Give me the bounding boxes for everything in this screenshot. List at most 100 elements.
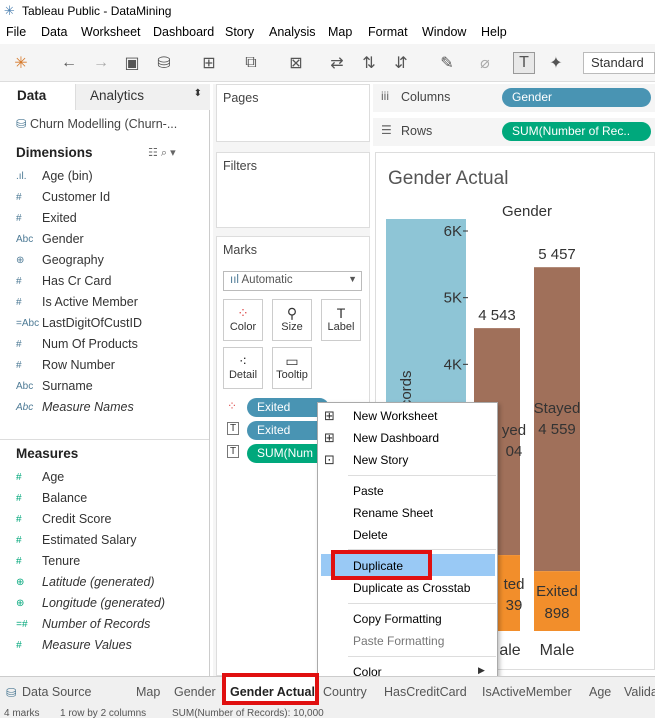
menu-window[interactable]: Window xyxy=(422,25,466,39)
menu-new-story[interactable]: New Story xyxy=(353,453,408,467)
menu-help[interactable]: Help xyxy=(481,25,507,39)
view-options-icon[interactable]: ☷ ⌕ ▾ xyxy=(148,146,176,160)
attach-icon[interactable]: ⌀ xyxy=(474,52,496,74)
tooltip-button[interactable]: ▭ Tooltip xyxy=(272,347,312,389)
menu-map[interactable]: Map xyxy=(328,25,352,39)
menu-rename-sheet[interactable]: Rename Sheet xyxy=(353,506,433,520)
menu-new-dashboard[interactable]: New Dashboard xyxy=(353,431,439,445)
field-credit-score[interactable]: # Credit Score xyxy=(16,510,111,528)
field-latitude[interactable]: ⊕ Latitude (generated) xyxy=(16,573,155,591)
stayed-value-female: 04 xyxy=(506,443,523,460)
rows-shelf[interactable]: ☰ Rows SUM(Number of Rec.. xyxy=(373,118,655,146)
filters-shelf[interactable]: Filters xyxy=(216,152,370,228)
rows-pill-sum[interactable]: SUM(Number of Rec.. xyxy=(502,122,651,141)
color-button[interactable]: ⁘ Color xyxy=(223,299,263,341)
tab-analytics[interactable]: Analytics ⬍ xyxy=(75,84,210,110)
size-button[interactable]: ⚲ Size xyxy=(272,299,312,341)
tab-age[interactable]: Age xyxy=(589,685,611,699)
menu-duplicate[interactable]: Duplicate xyxy=(353,559,403,573)
back-icon[interactable]: ← xyxy=(58,52,80,74)
show-labels-icon[interactable]: T xyxy=(513,52,535,74)
tab-map[interactable]: Map xyxy=(136,685,160,699)
menu-file[interactable]: File xyxy=(6,25,26,39)
tab-isactivemember[interactable]: IsActiveMember xyxy=(482,685,572,699)
pages-label: Pages xyxy=(223,91,259,105)
mark-type-select[interactable]: ııl Automatic ▼ xyxy=(223,271,362,291)
field-customer-id[interactable]: # Customer Id xyxy=(16,188,110,206)
save-icon[interactable]: ▣ xyxy=(121,52,143,74)
tab-gender-actual[interactable]: Gender Actual xyxy=(230,685,315,699)
number-icon: # xyxy=(16,639,22,651)
color-mark-icon: ⁘ xyxy=(227,399,238,413)
tableau-home-icon[interactable]: ✳ xyxy=(10,52,32,74)
menu-analysis[interactable]: Analysis xyxy=(269,25,316,39)
color-icon: ⁘ xyxy=(237,305,249,321)
menu-copy-formatting[interactable]: Copy Formatting xyxy=(353,612,442,626)
pages-shelf[interactable]: Pages xyxy=(216,84,370,142)
field-last-digit[interactable]: =Abc LastDigitOfCustID xyxy=(16,314,142,332)
new-worksheet-icon[interactable]: ⊞ xyxy=(198,52,220,74)
calc-string-icon: =Abc xyxy=(16,317,40,329)
menu-data[interactable]: Data xyxy=(41,25,67,39)
sort-descending-icon[interactable]: ⇵ xyxy=(390,52,412,74)
menu-story[interactable]: Story xyxy=(225,25,254,39)
label-button[interactable]: T Label xyxy=(321,299,361,341)
field-surname[interactable]: Abc Surname xyxy=(16,377,93,395)
menu-new-worksheet[interactable]: New Worksheet xyxy=(353,409,437,423)
pin-icon[interactable]: ✦ xyxy=(545,52,567,74)
columns-pill-gender[interactable]: Gender xyxy=(502,88,651,107)
field-row-number[interactable]: # Row Number xyxy=(16,356,115,374)
menu-format[interactable]: Format xyxy=(368,25,408,39)
menu-worksheet[interactable]: Worksheet xyxy=(81,25,141,39)
field-age-bin[interactable]: .ıl. Age (bin) xyxy=(16,167,93,185)
highlight-icon[interactable]: ✎ xyxy=(436,52,458,74)
field-longitude[interactable]: ⊕ Longitude (generated) xyxy=(16,594,165,612)
status-rowscols: 1 row by 2 columns xyxy=(60,708,147,719)
field-balance[interactable]: # Balance xyxy=(16,489,87,507)
tab-data[interactable]: Data xyxy=(0,84,75,110)
swap-icon[interactable]: ⇄ xyxy=(326,52,348,74)
tab-gender[interactable]: Gender xyxy=(174,685,216,699)
xaxis-label-male: Male xyxy=(540,642,575,659)
number-icon: # xyxy=(16,555,22,567)
field-gender[interactable]: Abc Gender xyxy=(16,230,84,248)
menu-delete[interactable]: Delete xyxy=(353,528,388,542)
number-icon: # xyxy=(16,534,22,546)
menu-duplicate-crosstab[interactable]: Duplicate as Crosstab xyxy=(353,581,470,595)
field-age[interactable]: # Age xyxy=(16,468,64,486)
forward-icon[interactable]: → xyxy=(90,52,112,74)
field-estimated-salary[interactable]: # Estimated Salary xyxy=(16,531,136,549)
tab-country[interactable]: Country xyxy=(323,685,367,699)
number-icon: # xyxy=(16,212,22,224)
field-exited[interactable]: # Exited xyxy=(16,209,77,227)
tab-valida[interactable]: Valida xyxy=(624,685,655,699)
field-tenure[interactable]: # Tenure xyxy=(16,552,80,570)
clear-sheet-icon[interactable]: ⊠ xyxy=(285,52,307,74)
field-is-active-member[interactable]: # Is Active Member xyxy=(16,293,138,311)
sort-ascending-icon[interactable]: ⇅ xyxy=(358,52,380,74)
detail-button[interactable]: ⁖ Detail xyxy=(223,347,263,389)
fit-select[interactable]: Standard xyxy=(583,52,655,74)
menu-dashboard[interactable]: Dashboard xyxy=(153,25,214,39)
size-icon: ⚲ xyxy=(286,305,298,321)
columns-shelf[interactable]: iii Columns Gender xyxy=(373,84,655,112)
duplicate-sheet-icon[interactable]: ⧉ xyxy=(240,52,262,74)
menu-bar: File Data Worksheet Dashboard Story Anal… xyxy=(0,22,655,44)
rows-icon: ☰ xyxy=(381,123,392,137)
field-num-of-products[interactable]: # Num Of Products xyxy=(16,335,138,353)
string-icon: Abc xyxy=(16,401,34,413)
tab-data-source[interactable]: Data Source xyxy=(22,685,91,699)
menu-separator xyxy=(348,656,496,657)
field-number-of-records[interactable]: =# Number of Records xyxy=(16,615,150,633)
field-measure-names[interactable]: Abc Measure Names xyxy=(16,398,134,416)
menu-paste[interactable]: Paste xyxy=(353,484,384,498)
status-bar: 4 marks 1 row by 2 columns SUM(Number of… xyxy=(0,706,655,719)
field-measure-values[interactable]: # Measure Values xyxy=(16,636,132,654)
total-label-female: 4 543 xyxy=(478,307,516,324)
collapse-icon[interactable]: ⬍ xyxy=(194,88,202,99)
tab-hascreditcard[interactable]: HasCreditCard xyxy=(384,685,467,699)
field-has-cr-card[interactable]: # Has Cr Card xyxy=(16,272,111,290)
new-datasource-icon[interactable]: ⛁ xyxy=(153,52,175,74)
field-geography[interactable]: ⊕ Geography xyxy=(16,251,104,269)
datasource-item[interactable]: ⛁ Churn Modelling (Churn-... xyxy=(16,116,177,131)
